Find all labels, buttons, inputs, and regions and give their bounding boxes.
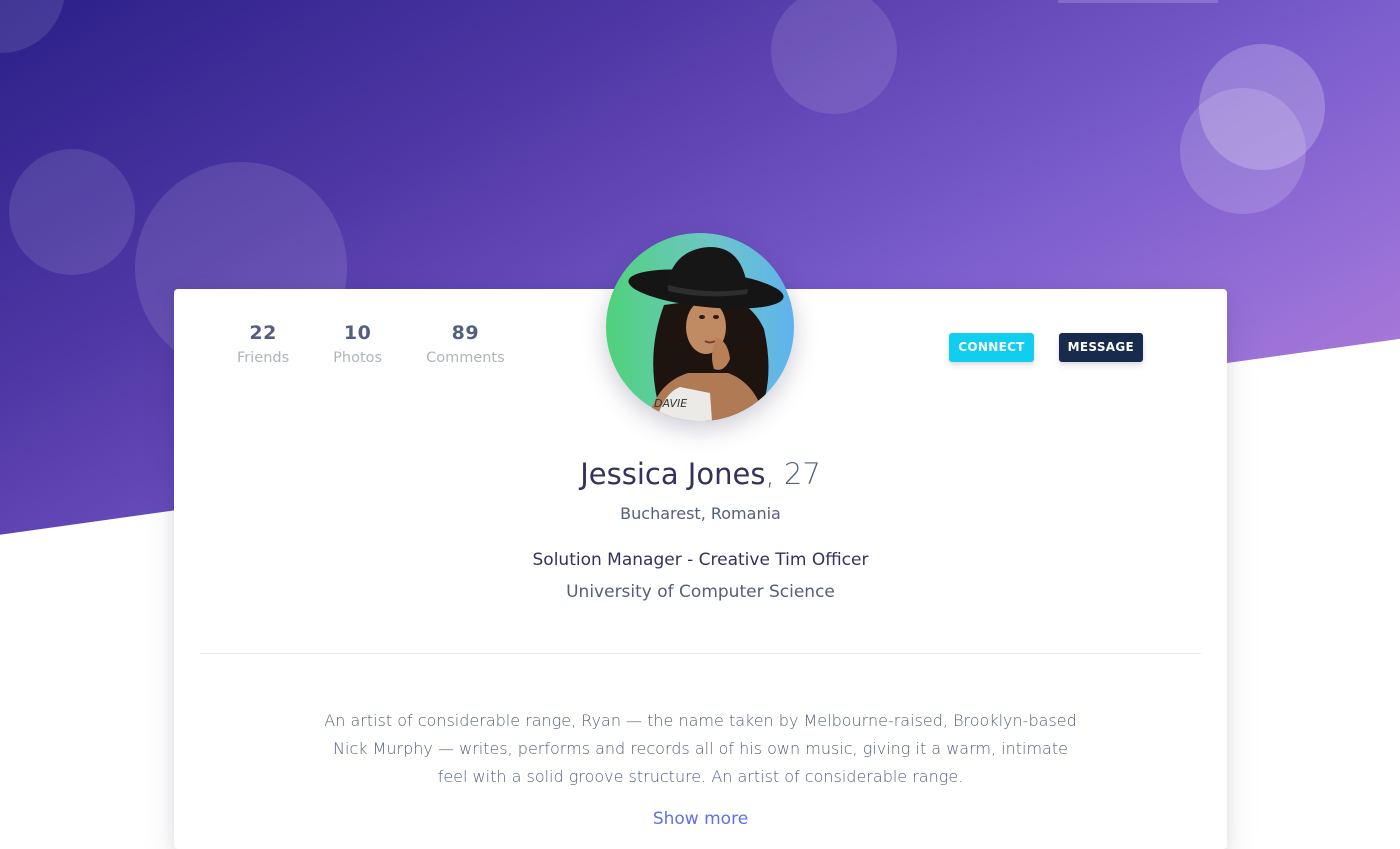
profile-name-line: Jessica Jones, 27 [174, 457, 1227, 491]
profile-location: Bucharest, Romania [620, 504, 781, 523]
section-divider [200, 653, 1201, 654]
profile-avatar[interactable]: DAVIE [606, 233, 794, 421]
show-more-link[interactable]: Show more [174, 809, 1227, 829]
stat-label: Friends [237, 350, 290, 366]
profile-bio: An artist of considerable range, Ryan — … [324, 711, 1077, 786]
stat-value: 10 [343, 322, 372, 344]
avatar-portrait: DAVIE [606, 233, 794, 421]
profile-stats: 22 Friends 10 Photos 89 Comments [237, 322, 549, 366]
profile-card: 22 Friends 10 Photos 89 Comments DAVIE C… [174, 233, 1227, 849]
stat-friends: 22 Friends [237, 322, 289, 366]
profile-age: , 27 [765, 457, 821, 491]
decorative-circle [0, 0, 65, 53]
stat-value: 22 [249, 322, 277, 344]
connect-button[interactable]: CONNECT [949, 333, 1034, 362]
profile-education: University of Computer Science [566, 582, 835, 602]
stat-label: Photos [333, 350, 383, 366]
decorative-circle [9, 149, 135, 275]
profile-actions: CONNECT MESSAGE [949, 333, 1143, 362]
profile-job-title: Solution Manager - Creative Tim Officer [532, 550, 869, 570]
decorative-circle [771, 0, 897, 114]
decorative-circle [1180, 88, 1306, 214]
stat-comments: 89 Comments [426, 322, 505, 366]
message-button[interactable]: MESSAGE [1058, 333, 1143, 362]
stat-value: 89 [451, 322, 480, 344]
stat-photos: 10 Photos [333, 322, 382, 366]
stat-label: Comments [426, 350, 505, 366]
profile-name: Jessica Jones [580, 457, 766, 491]
header-edge-strip [1058, 0, 1218, 3]
shirt-text: DAVIE [654, 397, 687, 410]
